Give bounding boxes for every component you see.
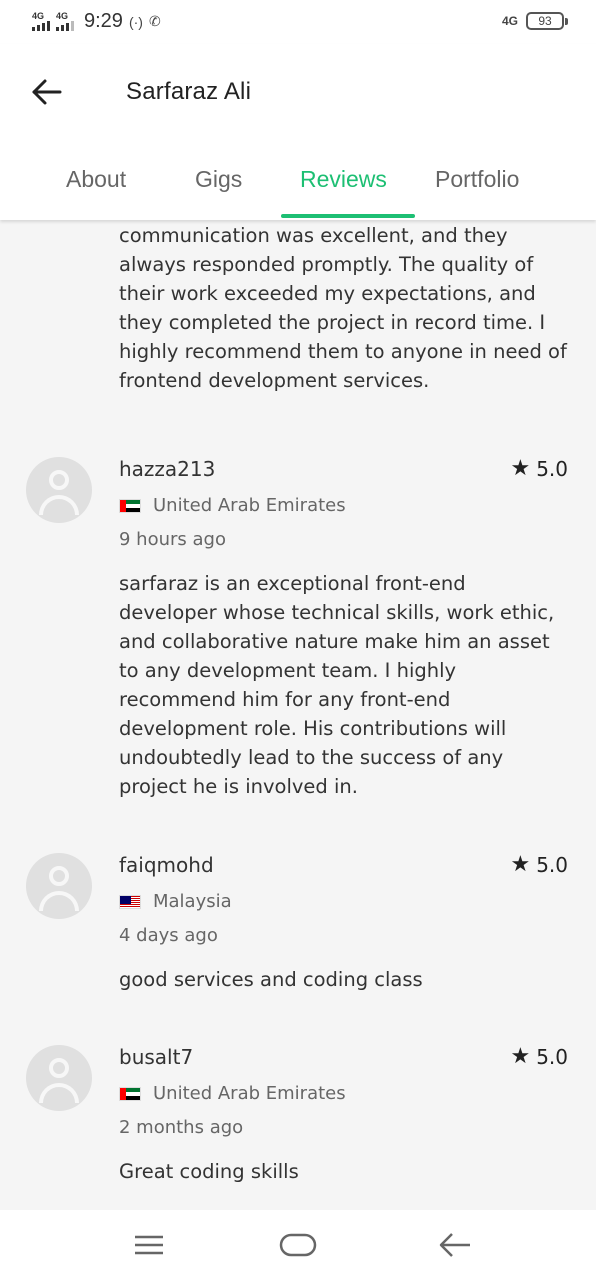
back-button[interactable] — [28, 72, 68, 112]
review-time: 4 days ago — [119, 925, 218, 946]
rating-value: 5.0 — [536, 457, 568, 481]
review-rating: ★ 5.0 — [510, 457, 568, 481]
signal-icon: 4G — [56, 12, 74, 31]
tab-reviews[interactable]: Reviews — [300, 166, 387, 193]
tab-gigs[interactable]: Gigs — [195, 166, 242, 193]
avatar[interactable] — [26, 1045, 92, 1111]
review-rating: ★ 5.0 — [510, 853, 568, 877]
country-name: Malaysia — [153, 891, 232, 912]
recent-apps-button[interactable] — [128, 1228, 168, 1262]
uae-flag-icon — [119, 498, 141, 513]
home-button[interactable] — [278, 1228, 318, 1262]
signal-label: 4G — [56, 11, 69, 21]
review-text: good services and coding class — [119, 968, 423, 991]
tab-about[interactable]: About — [66, 166, 126, 193]
home-icon — [279, 1233, 317, 1257]
star-icon: ★ — [510, 852, 531, 877]
review-text: sarfaraz is an exceptional front-end dev… — [119, 572, 555, 798]
network-label: 4G — [501, 14, 518, 28]
uae-flag-icon — [119, 1086, 141, 1101]
whatsapp-icon: ✆ — [148, 13, 161, 29]
system-back-button[interactable] — [436, 1228, 476, 1262]
status-right: 4G 93 — [501, 12, 568, 30]
malaysia-flag-icon — [119, 894, 141, 909]
reviewer-country: United Arab Emirates — [119, 1083, 346, 1104]
reviews-list[interactable]: by this frontend developer. Their commun… — [0, 200, 596, 1210]
status-left: 4G 4G 9:29 (·) ✆ — [32, 10, 161, 33]
hotspot-icon: (·) — [128, 13, 143, 30]
tab-portfolio[interactable]: Portfolio — [435, 166, 519, 193]
star-icon: ★ — [510, 1044, 531, 1069]
signal-icon: 4G — [32, 12, 50, 31]
arrow-left-icon — [32, 79, 62, 105]
review-text: Great coding skills — [119, 1160, 299, 1183]
avatar[interactable] — [26, 853, 92, 919]
rating-value: 5.0 — [536, 853, 568, 877]
reviewer-country: United Arab Emirates — [119, 495, 346, 516]
battery-icon: 93 — [526, 12, 568, 30]
page-title: Sarfaraz Ali — [126, 78, 252, 105]
status-bar: 4G 4G 9:29 (·) ✆ 4G 93 — [0, 0, 596, 44]
clock: 9:29 — [84, 10, 123, 32]
signal-label: 4G — [32, 11, 45, 21]
review-rating: ★ 5.0 — [510, 1045, 568, 1069]
tab-bar: About Gigs Reviews Portfolio — [0, 162, 596, 220]
active-tab-indicator — [281, 214, 415, 218]
system-nav-bar — [0, 1210, 596, 1280]
reviewer-username[interactable]: faiqmohd — [119, 853, 214, 877]
reviewer-username[interactable]: busalt7 — [119, 1045, 193, 1069]
back-icon — [439, 1233, 470, 1257]
country-name: United Arab Emirates — [153, 1083, 346, 1104]
review-text: by this frontend developer. Their commun… — [119, 200, 567, 392]
star-icon: ★ — [510, 456, 531, 481]
review-time: 2 months ago — [119, 1117, 244, 1138]
reviewer-username[interactable]: hazza213 — [119, 457, 215, 481]
rating-value: 5.0 — [536, 1045, 568, 1069]
battery-level: 93 — [538, 14, 552, 28]
review-time: 9 hours ago — [119, 529, 226, 550]
avatar[interactable] — [26, 457, 92, 523]
country-name: United Arab Emirates — [153, 495, 346, 516]
menu-icon — [135, 1235, 163, 1255]
reviewer-country: Malaysia — [119, 891, 232, 912]
app-header: Sarfaraz Ali About Gigs Reviews Portfoli… — [0, 44, 596, 220]
